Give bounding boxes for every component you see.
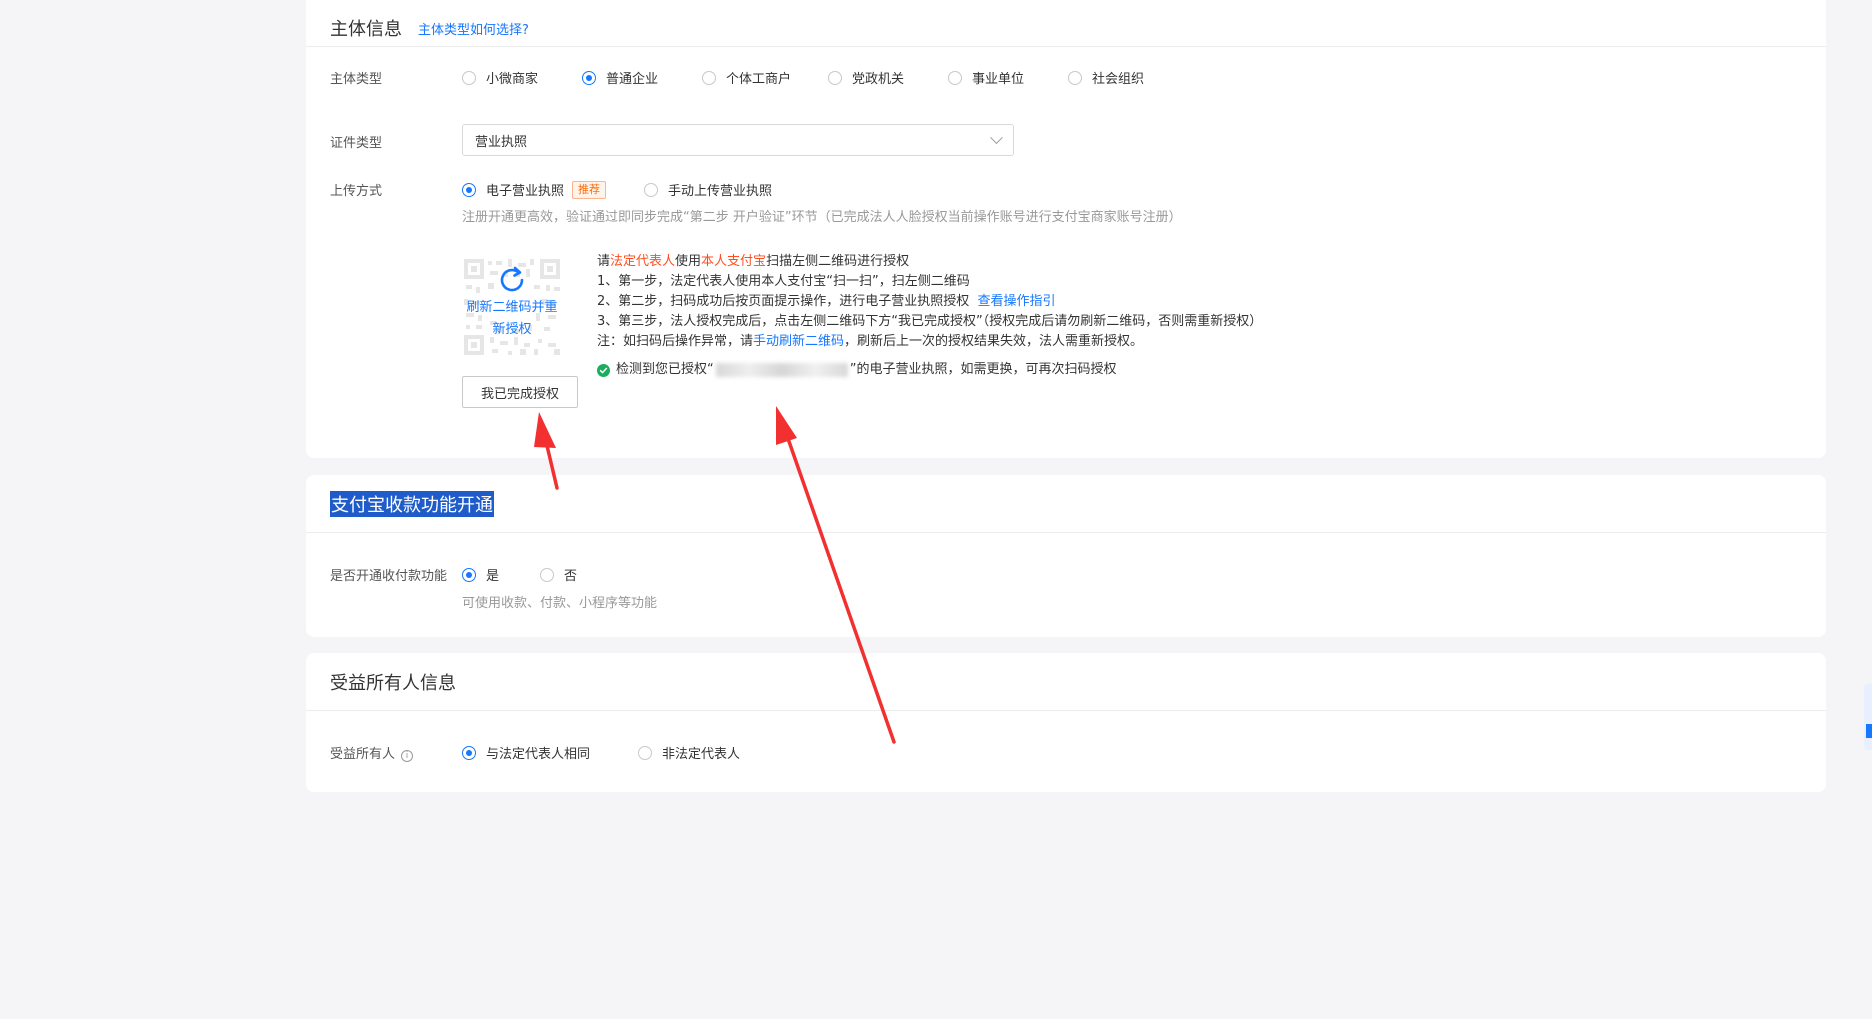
upload-hint: 注册开通更高效，验证通过即同步完成“第二步 开户验证”环节（已完成法人人脸授权当… bbox=[462, 210, 1182, 225]
subject-type-label: 主体类型 bbox=[330, 72, 383, 87]
cert-type-label: 证件类型 bbox=[330, 136, 383, 151]
instruction-step-2: 2、第二步，扫码成功后按页面提示操作，进行电子营业执照授权 查看操作指引 bbox=[597, 294, 1056, 309]
section-title: 受益所有人信息 bbox=[330, 672, 456, 694]
radio-subject-micro[interactable]: 小微商家 bbox=[462, 68, 582, 87]
qr-refresh-text: 刷新二维码并重新授权 bbox=[466, 300, 558, 337]
radio-dot bbox=[948, 70, 962, 85]
beneficiary-card: 受益所有人信息 受益所有人 i 与法定代表人相同 非法定代表人 bbox=[306, 653, 1826, 792]
alipay-payment-card: 支付宝收款功能开通 是否开通收付款功能 是 否 可使用收款、付款、小程序等功能 bbox=[306, 475, 1826, 637]
radio-subject-institution[interactable]: 事业单位 bbox=[948, 68, 1068, 87]
upload-method-row: 上传方式 电子营业执照 推荐 手动上传营业执照 bbox=[330, 180, 1802, 200]
upload-hint-row: 注册开通更高效，验证通过即同步完成“第二步 开户验证”环节（已完成法人人脸授权当… bbox=[330, 206, 1802, 226]
radio-dot bbox=[644, 182, 659, 197]
beneficiary-row: 受益所有人 i 与法定代表人相同 非法定代表人 bbox=[330, 743, 1802, 763]
recommend-badge: 推荐 bbox=[572, 180, 607, 199]
refresh-icon bbox=[500, 266, 524, 292]
subject-type-row: 主体类型 小微商家 普通企业 个体工商户 党政机关 事业单位 社会组织 bbox=[330, 68, 1802, 88]
floating-side-widget[interactable] bbox=[1864, 684, 1872, 750]
subject-info-header: 主体信息 主体类型如何选择? bbox=[306, 0, 1826, 47]
instruction-step-3: 3、第三步，法人授权完成后，点击左侧二维码下方“我已完成授权”（授权完成后请勿刷… bbox=[597, 314, 1263, 329]
beneficiary-label: 受益所有人 i bbox=[330, 743, 414, 762]
subject-info-card: 主体信息 主体类型如何选择? 主体类型 小微商家 普通企业 个体工商户 党政机关… bbox=[306, 0, 1826, 458]
radio-dot bbox=[462, 745, 476, 760]
radio-payment-yes[interactable]: 是 bbox=[462, 565, 540, 584]
beneficiary-radio-group: 与法定代表人相同 非法定代表人 bbox=[462, 743, 740, 762]
radio-dot bbox=[462, 182, 476, 197]
radio-subject-gov[interactable]: 党政机关 bbox=[828, 68, 948, 87]
payment-function-label: 是否开通收付款功能 bbox=[330, 569, 448, 584]
radio-beneficiary-same[interactable]: 与法定代表人相同 bbox=[462, 743, 638, 762]
redacted-company-name bbox=[715, 363, 848, 377]
section-title: 支付宝收款功能开通 bbox=[330, 490, 494, 517]
upload-method-radio-group: 电子营业执照 推荐 手动上传营业执照 bbox=[462, 180, 772, 199]
subject-type-help-link[interactable]: 主体类型如何选择? bbox=[418, 19, 529, 38]
instruction-heading: 请法定代表人使用本人支付宝扫描左侧二维码进行授权 bbox=[597, 254, 910, 269]
radio-subject-enterprise[interactable]: 普通企业 bbox=[582, 68, 702, 87]
auth-status: 检测到您已授权“ ”的电子营业执照，如需更换，可再次扫码授权 bbox=[597, 360, 1262, 380]
radio-dot bbox=[462, 70, 476, 85]
radio-dot bbox=[828, 70, 842, 85]
chevron-down-icon bbox=[990, 130, 1003, 144]
manual-refresh-link[interactable]: 手动刷新二维码 bbox=[753, 334, 844, 349]
side-widget-bar bbox=[1866, 724, 1872, 738]
subject-type-radio-group: 小微商家 普通企业 个体工商户 党政机关 事业单位 社会组织 bbox=[462, 68, 1188, 87]
radio-payment-no[interactable]: 否 bbox=[540, 565, 577, 584]
radio-electronic-license[interactable]: 电子营业执照 bbox=[462, 180, 564, 199]
auth-done-button[interactable]: 我已完成授权 bbox=[462, 376, 578, 408]
radio-dot bbox=[702, 70, 716, 85]
section-title: 主体信息 bbox=[330, 19, 402, 40]
alipay-payment-header: 支付宝收款功能开通 bbox=[306, 475, 1826, 533]
radio-dot bbox=[582, 70, 596, 85]
radio-dot bbox=[540, 567, 554, 582]
instruction-step-1: 1、第一步，法定代表人使用本人支付宝“扫一扫”，扫左侧二维码 bbox=[597, 274, 970, 289]
radio-subject-social-org[interactable]: 社会组织 bbox=[1068, 68, 1188, 87]
auth-instructions: 请法定代表人使用本人支付宝扫描左侧二维码进行授权 1、第一步，法定代表人使用本人… bbox=[597, 252, 1262, 380]
radio-subject-individual[interactable]: 个体工商户 bbox=[702, 68, 828, 87]
info-icon[interactable]: i bbox=[401, 750, 414, 762]
radio-dot bbox=[638, 745, 652, 760]
radio-beneficiary-other[interactable]: 非法定代表人 bbox=[638, 743, 740, 762]
cert-type-row: 证件类型 营业执照 bbox=[330, 124, 1802, 156]
upload-method-label: 上传方式 bbox=[330, 184, 383, 199]
radio-manual-upload[interactable]: 手动上传营业执照 bbox=[644, 180, 772, 199]
radio-dot bbox=[1068, 70, 1082, 85]
radio-dot bbox=[462, 567, 476, 582]
check-circle-icon bbox=[597, 363, 610, 377]
operation-guide-link[interactable]: 查看操作指引 bbox=[978, 294, 1056, 309]
instruction-note: 注：如扫码后操作异常，请手动刷新二维码，刷新后上一次的授权结果失效，法人需重新授… bbox=[597, 334, 1144, 349]
cert-type-value: 营业执照 bbox=[475, 134, 528, 150]
qr-refresh-overlay[interactable]: 刷新二维码并重新授权 bbox=[462, 257, 562, 357]
payment-function-row: 是否开通收付款功能 是 否 bbox=[330, 565, 1802, 585]
qr-code: 刷新二维码并重新授权 bbox=[462, 257, 562, 357]
cert-type-select[interactable]: 营业执照 bbox=[462, 124, 1014, 156]
beneficiary-header: 受益所有人信息 bbox=[306, 653, 1826, 711]
payment-hint-row: 可使用收款、付款、小程序等功能 bbox=[330, 592, 1802, 612]
payment-function-radio-group: 是 否 bbox=[462, 565, 577, 584]
payment-function-hint: 可使用收款、付款、小程序等功能 bbox=[462, 596, 658, 611]
